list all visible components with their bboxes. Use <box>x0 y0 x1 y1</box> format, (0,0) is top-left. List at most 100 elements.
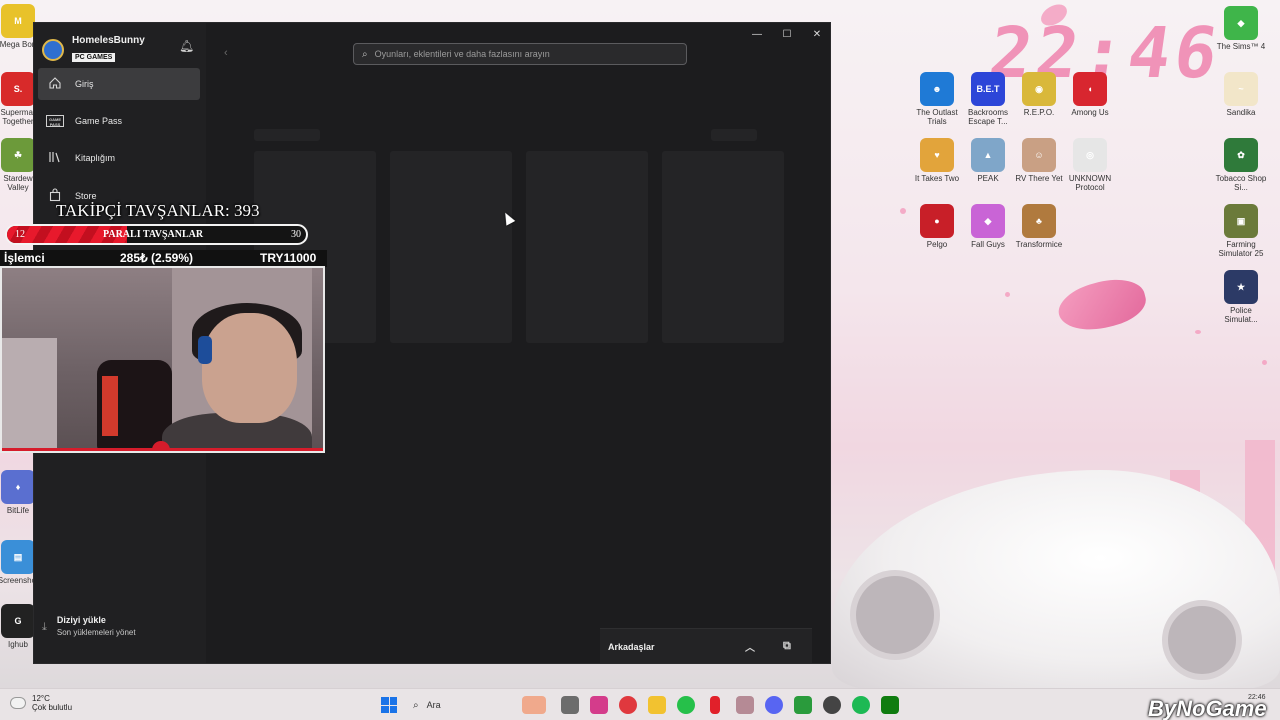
discord-icon[interactable] <box>765 696 783 714</box>
sidebar-item-label: Giriş <box>75 79 94 89</box>
avatar[interactable] <box>42 38 64 61</box>
install-queue-subtitle: Son yüklemeleri yönet <box>56 628 136 637</box>
app-icon: ◆ <box>1224 6 1258 40</box>
taskbar-search[interactable]: ⌕ Ara <box>407 693 517 717</box>
weather-temperature: 12°C <box>32 694 50 703</box>
sidebar-item-label: Store <box>75 191 97 201</box>
notifications-bell-icon[interactable]: 🔔︎ <box>179 39 194 53</box>
spotify-icon[interactable] <box>852 696 870 714</box>
instagram-icon[interactable] <box>590 696 608 714</box>
photos-icon[interactable] <box>736 696 754 714</box>
desktop-icon-right-2[interactable]: ✿ Tobacco Shop Si... <box>1215 138 1267 192</box>
popout-icon[interactable]: ⧉ <box>783 640 791 653</box>
chevron-up-icon[interactable]: ︿ <box>745 639 755 654</box>
desktop-icon-main-2[interactable]: ◉ R.E.P.O. <box>1013 72 1065 117</box>
app-icon: ▣ <box>1224 204 1258 238</box>
desktop-icon-label: The Sims™ 4 <box>1216 42 1266 51</box>
loading-placeholder <box>711 129 757 141</box>
stock-name: İşlemci <box>4 251 45 265</box>
taskbar: 12°C Çok bulutlu ⌕ Ara <box>0 688 1280 720</box>
desktop-icon-main-3[interactable]: ◖ Among Us <box>1064 72 1116 117</box>
app-icon: ▲ <box>971 138 1005 172</box>
friends-panel[interactable]: Arkadaşlar ︿ ⧉ <box>600 628 812 663</box>
app-icon: ● <box>920 204 954 238</box>
search-icon: ⌕ <box>413 699 419 711</box>
library-icon <box>44 150 66 167</box>
desktop-icon-main-8[interactable]: ● Pelgo <box>911 204 963 249</box>
search-bar[interactable]: ⌕ <box>353 43 687 65</box>
search-input[interactable] <box>374 49 665 59</box>
taskbar-search-label: Ara <box>426 700 441 710</box>
desktop-icon-label: Backrooms Escape T... <box>967 108 1008 126</box>
desktop-icon-main-10[interactable]: ♣ Transformice <box>1013 204 1065 249</box>
loading-card <box>526 151 648 343</box>
friends-label: Arkadaşlar <box>608 641 655 652</box>
follower-count-text: TAKİPÇİ TAVŞANLAR: 393 <box>56 201 260 220</box>
file-explorer-icon[interactable] <box>648 696 666 714</box>
desktop-icon-main-5[interactable]: ▲ PEAK <box>962 138 1014 183</box>
goal-current: 12 <box>15 229 25 240</box>
app-icon: S. <box>1 72 35 106</box>
steam-icon[interactable] <box>823 696 841 714</box>
app-icon: ▤ <box>1 540 35 574</box>
sidebar-item-home[interactable]: Giriş <box>38 68 200 100</box>
windows-start-icon[interactable] <box>381 697 397 713</box>
install-queue[interactable]: ⤓ Diziyi yükle Son yüklemeleri yönet <box>42 615 136 637</box>
desktop-icon-main-4[interactable]: ♥ It Takes Two <box>911 138 963 183</box>
desktop-icon-main-9[interactable]: ◆ Fall Guys <box>962 204 1014 249</box>
weather-description: Çok bulutlu <box>32 703 73 712</box>
app-icon: ♣ <box>1022 204 1056 238</box>
pc-games-badge: PC GAMES <box>72 53 116 62</box>
app-icon: B.E.T <box>971 72 1005 106</box>
desktop-icon-label: Farming Simulator 25 <box>1218 240 1264 258</box>
xbox-icon[interactable] <box>881 696 899 714</box>
app-icon: ☻ <box>920 72 954 106</box>
app-icon: ♥ <box>920 138 954 172</box>
download-icon: ⤓ <box>42 621 47 633</box>
minimize-button[interactable]: — <box>742 25 772 45</box>
loading-card <box>390 151 512 343</box>
desktop-icon-main-7[interactable]: ◎ UNKNOWN Protocol <box>1064 138 1116 192</box>
stock-ticker: İşlemci 285₺ (2.59%) TRY11000 <box>0 250 327 267</box>
back-arrow-icon[interactable]: ‹ <box>224 47 228 59</box>
stock-price: TRY11000 <box>260 251 317 265</box>
desktop-icon-right-4[interactable]: ★ Police Simulat... <box>1215 270 1267 324</box>
desktop-icon-right-3[interactable]: ▣ Farming Simulator 25 <box>1215 204 1267 258</box>
taskbar-app-icon[interactable] <box>522 696 546 714</box>
wallpaper-petal <box>1053 272 1151 338</box>
opera-icon[interactable] <box>619 696 637 714</box>
goal-target: 30 <box>291 229 301 240</box>
clock: 22:46 <box>1248 694 1266 701</box>
app-icon: M <box>1 4 35 38</box>
weather-widget[interactable]: 12°C Çok bulutlu <box>10 694 72 712</box>
netflix-icon[interactable] <box>710 696 720 714</box>
app-icon: G <box>1 604 35 638</box>
desktop-icon-label: Pelgo <box>926 240 948 249</box>
app-icon: ◎ <box>1073 138 1107 172</box>
home-icon <box>44 76 66 93</box>
profile[interactable]: HomelesBunny PC GAMES <box>42 35 145 64</box>
webcam-feed <box>0 266 325 453</box>
app-icon: ☺ <box>1022 138 1056 172</box>
goal-label: PARALI TAVŞANLAR <box>103 229 204 240</box>
profile-name: HomelesBunny <box>72 35 145 46</box>
desktop-icon-right-1[interactable]: ~ Sandika <box>1215 72 1267 117</box>
desktop-icon-label: UNKNOWN Protocol <box>1068 174 1112 192</box>
app-icon: ★ <box>1224 270 1258 304</box>
goal-progress-bar: 12 PARALI TAVŞANLAR 30 <box>5 224 308 245</box>
desktop-icon-main-0[interactable]: ☻ The Outlast Trials <box>911 72 963 126</box>
install-queue-title: Diziyi yükle <box>56 615 106 625</box>
loading-card <box>662 151 784 343</box>
sidebar-item-game-pass[interactable]: GAME PASS Game Pass <box>38 105 200 137</box>
whatsapp-icon[interactable] <box>677 696 695 714</box>
task-view-icon[interactable] <box>561 696 579 714</box>
cloud-icon <box>10 697 26 709</box>
play-icon[interactable] <box>794 696 812 714</box>
close-button[interactable]: ✕ <box>802 25 830 45</box>
desktop-icon-label: PEAK <box>977 174 999 183</box>
maximize-button[interactable]: ☐ <box>772 25 802 45</box>
desktop-icon-main-1[interactable]: B.E.T Backrooms Escape T... <box>962 72 1014 126</box>
desktop-icon-main-6[interactable]: ☺ RV There Yet <box>1013 138 1065 183</box>
desktop-icon-right-0[interactable]: ◆ The Sims™ 4 <box>1215 6 1267 51</box>
sidebar-item-library[interactable]: Kitaplığım <box>38 142 200 174</box>
